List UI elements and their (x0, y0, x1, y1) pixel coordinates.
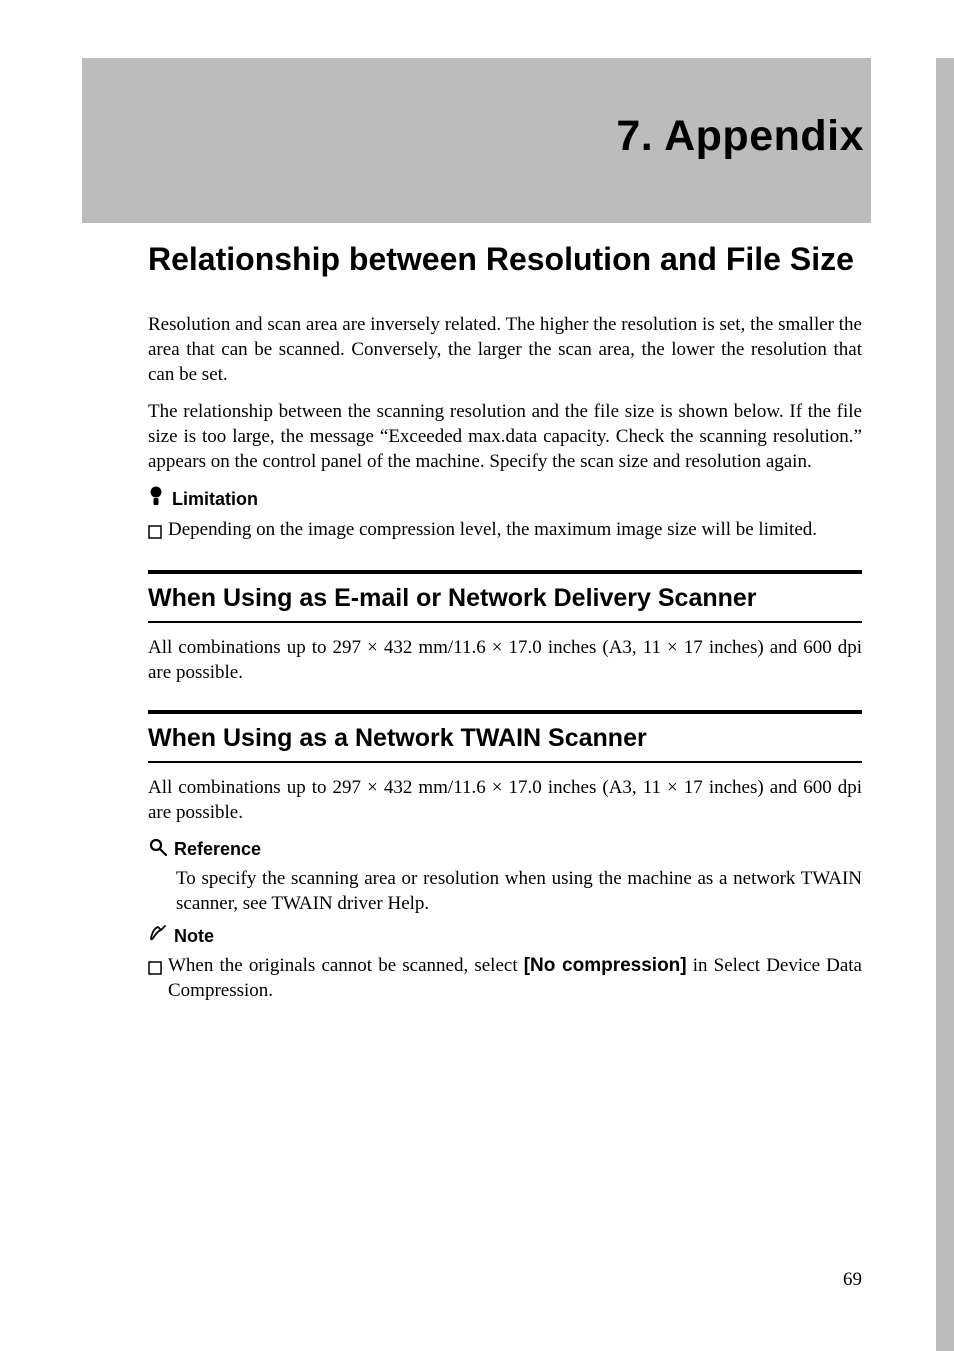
page-number: 69 (843, 1269, 862, 1291)
intro-para-2: The relationship between the scanning re… (148, 399, 862, 474)
sub2-body: All combinations up to 297 × 432 mm/11.6… (148, 775, 862, 825)
chapter-header: 7. Appendix (0, 0, 954, 213)
note-bold: [No compression] (524, 955, 687, 976)
chapter-title: 7. Appendix (616, 112, 864, 161)
note-icon (148, 924, 168, 949)
note-prefix: When the originals cannot be scanned, se… (168, 955, 524, 976)
limitation-bullet: Depending on the image compression level… (148, 517, 862, 546)
side-strip (936, 58, 954, 1351)
limitation-bullet-text: Depending on the image compression level… (168, 517, 862, 546)
reference-icon (148, 837, 168, 862)
subsection-title-1: When Using as E-mail or Network Delivery… (148, 574, 862, 621)
divider (148, 621, 862, 623)
reference-heading: Reference (148, 837, 862, 862)
reference-label: Reference (174, 839, 261, 860)
limitation-heading: Limitation (148, 486, 862, 513)
page-content: Relationship between Resolution and File… (0, 213, 954, 1003)
sub1-body: All combinations up to 297 × 432 mm/11.6… (148, 635, 862, 685)
intro-para-1: Resolution and scan area are inversely r… (148, 312, 862, 387)
bullet-icon (148, 957, 162, 1003)
note-bullet-text: When the originals cannot be scanned, se… (168, 953, 862, 1003)
divider (148, 761, 862, 763)
reference-body: To specify the scanning area or resoluti… (176, 866, 862, 916)
section-title: Relationship between Resolution and File… (148, 241, 862, 278)
bullet-icon (148, 521, 162, 546)
subsection-title-2: When Using as a Network TWAIN Scanner (148, 714, 862, 761)
note-heading: Note (148, 924, 862, 949)
note-bullet: When the originals cannot be scanned, se… (148, 953, 862, 1003)
limitation-label: Limitation (172, 489, 258, 510)
note-label: Note (174, 926, 214, 947)
limitation-icon (148, 486, 164, 513)
